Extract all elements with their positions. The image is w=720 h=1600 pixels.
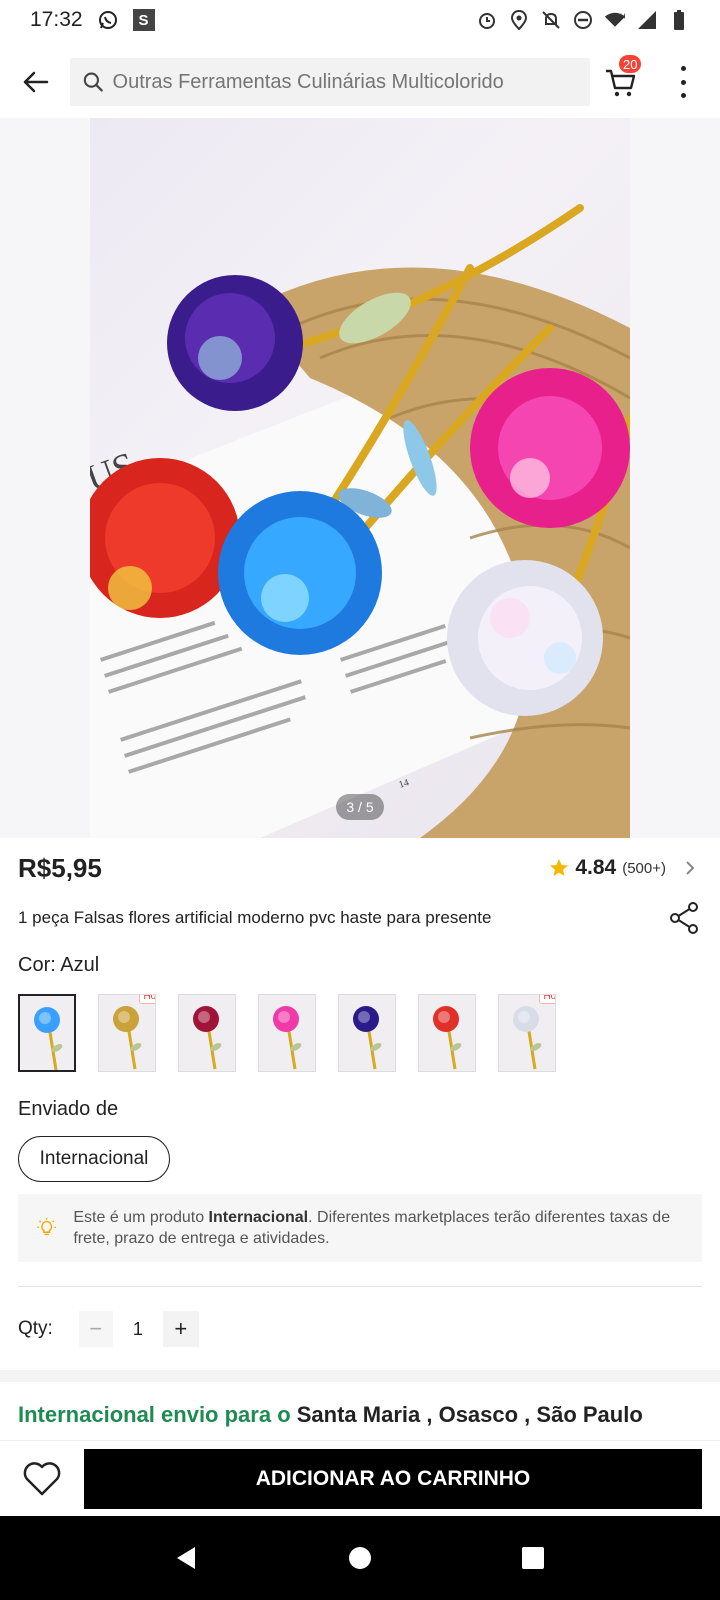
- status-bar: 17:32 S H: [0, 0, 720, 40]
- wifi-icon: H: [604, 9, 626, 31]
- cart-button[interactable]: 20: [600, 54, 644, 104]
- divider: [18, 1286, 702, 1287]
- product-photo: US 14: [90, 118, 630, 838]
- price-row: R$5,95 4.84 (500+): [18, 838, 702, 898]
- color-swatch[interactable]: Hot: [498, 994, 556, 1072]
- arrow-left-icon: [23, 71, 49, 93]
- dnd-icon: [572, 9, 594, 31]
- swatch-thumbnail: [99, 995, 155, 1071]
- swatch-thumbnail: [259, 995, 315, 1071]
- network-type: H: [620, 11, 626, 20]
- color-swatch[interactable]: [258, 994, 316, 1072]
- notice-bold: Internacional: [208, 1209, 309, 1226]
- bottom-action-bar: ADICIONAR AO CARRINHO: [0, 1440, 720, 1516]
- nav-home-icon[interactable]: [346, 1544, 374, 1572]
- qty-increase-button[interactable]: +: [162, 1311, 199, 1347]
- ship-origin-option[interactable]: Internacional: [18, 1136, 170, 1182]
- color-swatches: Hot Hot: [18, 994, 556, 1072]
- notice-text: Este é um produto Internacional. Diferen…: [73, 1207, 684, 1249]
- s-app-icon: S: [132, 9, 155, 31]
- battery-icon: [668, 9, 690, 31]
- quantity-stepper: Qty: − 1 +: [18, 1310, 199, 1348]
- hot-badge: Hot: [139, 995, 155, 1004]
- alarm-icon: [476, 9, 498, 31]
- wishlist-button[interactable]: [0, 1441, 84, 1517]
- lightbulb-icon: [37, 1218, 56, 1236]
- product-gallery[interactable]: US 14: [0, 118, 720, 838]
- photo-page-number: 14: [398, 777, 411, 791]
- rating-count: (500+): [622, 859, 666, 877]
- rating-value: 4.84: [575, 856, 617, 879]
- shipping-destination[interactable]: Internacional envio para o Santa Maria ,…: [18, 1402, 643, 1428]
- shipped-from-label: Enviado de: [18, 1098, 119, 1120]
- qty-label: Qty:: [18, 1318, 53, 1339]
- add-to-cart-button[interactable]: ADICIONAR AO CARRINHO: [84, 1448, 702, 1509]
- search-icon: [83, 72, 103, 92]
- qty-decrease-button[interactable]: −: [78, 1311, 113, 1347]
- more-dot-icon: [680, 79, 686, 85]
- swatch-thumbnail: [20, 996, 74, 1070]
- swatch-thumbnail: [179, 995, 235, 1071]
- whatsapp-icon: [97, 9, 119, 31]
- nav-recents-icon[interactable]: [519, 1544, 547, 1572]
- color-swatch[interactable]: [178, 994, 236, 1072]
- mute-icon: [540, 9, 562, 31]
- swatch-thumbnail: [499, 995, 555, 1071]
- search-bar[interactable]: [70, 58, 590, 106]
- section-separator: [0, 1370, 720, 1382]
- heart-icon: [23, 1461, 61, 1495]
- color-swatch[interactable]: [338, 994, 396, 1072]
- status-time: 17:32: [30, 8, 83, 31]
- color-label: Cor: Azul: [18, 954, 100, 976]
- location-icon: [508, 9, 530, 31]
- chevron-right-icon: [686, 861, 695, 875]
- signal-icon: [636, 9, 658, 31]
- more-options-button[interactable]: [668, 64, 698, 100]
- search-input[interactable]: [112, 70, 578, 94]
- title-row: 1 peça Falsas flores artificial moderno …: [18, 898, 702, 938]
- shipping-destination-location: Santa Maria , Osasco , São Paulo: [296, 1402, 643, 1427]
- hot-badge: Hot: [539, 995, 555, 1004]
- nav-back-icon[interactable]: [173, 1544, 201, 1572]
- more-dot-icon: [680, 93, 686, 98]
- qty-value[interactable]: 1: [113, 1319, 163, 1340]
- cart-count-badge: 20: [618, 54, 643, 74]
- color-swatch[interactable]: [418, 994, 476, 1072]
- color-swatch[interactable]: Hot: [98, 994, 156, 1072]
- back-button[interactable]: [0, 52, 70, 112]
- share-icon: [670, 902, 698, 934]
- star-icon: [550, 859, 569, 876]
- share-button[interactable]: [666, 900, 702, 936]
- rating-link[interactable]: 4.84 (500+): [549, 856, 702, 880]
- international-notice: Este é um produto Internacional. Diferen…: [18, 1194, 702, 1262]
- more-dot-icon: [680, 66, 686, 71]
- product-price: R$5,95: [18, 852, 102, 883]
- product-title: 1 peça Falsas flores artificial moderno …: [18, 908, 492, 927]
- color-swatch[interactable]: [18, 994, 76, 1072]
- system-nav-bar: [0, 1516, 720, 1600]
- top-bar: 20: [0, 52, 720, 112]
- swatch-thumbnail: [419, 995, 475, 1071]
- notice-prefix: Este é um produto: [73, 1209, 209, 1226]
- shipping-destination-prefix: Internacional envio para o: [18, 1402, 297, 1427]
- swatch-thumbnail: [339, 995, 395, 1071]
- gallery-page-indicator: 3 / 5: [336, 794, 384, 820]
